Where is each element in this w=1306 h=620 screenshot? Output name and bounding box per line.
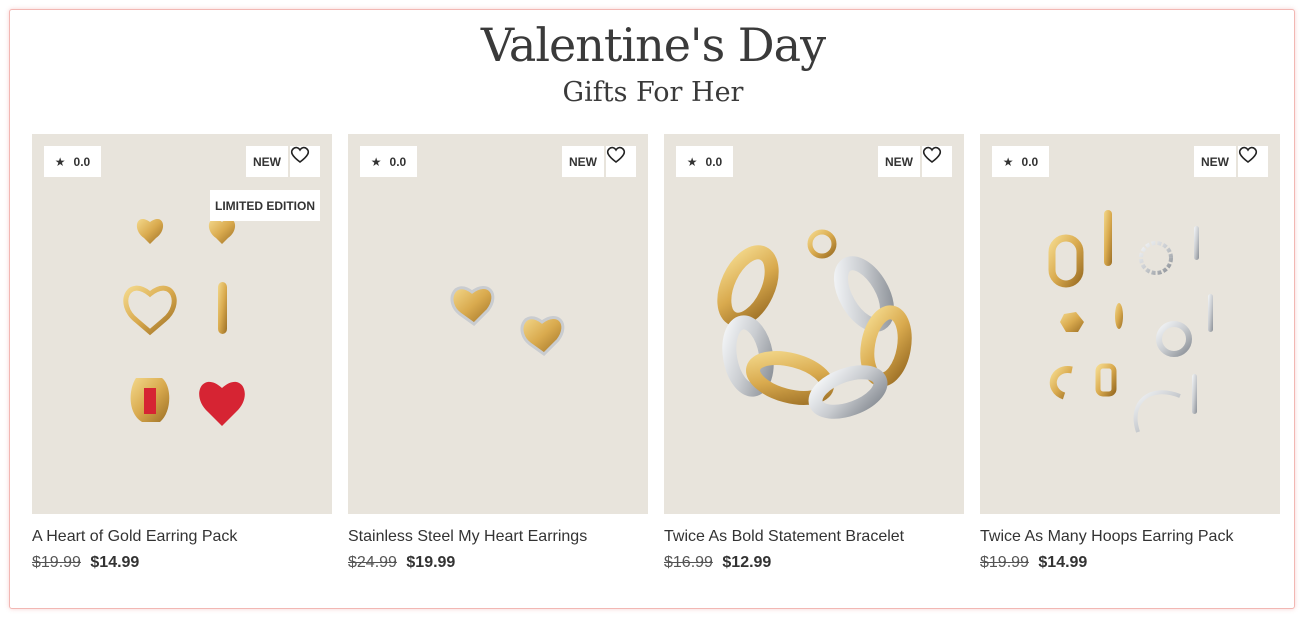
product-name[interactable]: A Heart of Gold Earring Pack xyxy=(32,528,332,546)
heart-outline-icon xyxy=(290,146,310,164)
sale-price: $14.99 xyxy=(1038,554,1088,571)
product-image[interactable]: ★ 0.0 NEW LIMITED EDITION xyxy=(32,134,332,514)
star-icon: ★ xyxy=(54,154,66,169)
sale-price: $12.99 xyxy=(722,554,772,571)
product-image[interactable]: ★ 0.0 NEW xyxy=(664,134,964,514)
heart-earrings-illustration xyxy=(450,286,565,356)
wishlist-button[interactable] xyxy=(1238,146,1268,177)
product-name[interactable]: Stainless Steel My Heart Earrings xyxy=(348,528,648,546)
original-price: $16.99 xyxy=(664,554,713,571)
wishlist-button[interactable] xyxy=(290,146,320,177)
original-price: $19.99 xyxy=(980,554,1029,571)
page-subtitle: Gifts For Her xyxy=(562,77,744,108)
rating-badge: ★ 0.0 xyxy=(44,146,101,177)
rating-badge: ★ 0.0 xyxy=(360,146,417,177)
product-image[interactable]: ★ 0.0 NEW xyxy=(348,134,648,514)
original-price: $19.99 xyxy=(32,554,81,571)
heart-outline-icon xyxy=(606,146,626,164)
price-row: $19.99 $14.99 xyxy=(32,554,332,572)
product-card[interactable]: ★ 0.0 NEW Stainless Steel My Heart Earri… xyxy=(348,134,648,572)
product-name[interactable]: Twice As Bold Statement Bracelet xyxy=(664,528,964,546)
star-icon: ★ xyxy=(1002,154,1014,169)
bracelet-illustration xyxy=(717,229,912,419)
sale-price: $14.99 xyxy=(90,554,140,571)
sale-price: $19.99 xyxy=(406,554,456,571)
hoops-pack-illustration xyxy=(1048,210,1213,433)
price-row: $19.99 $14.99 xyxy=(980,554,1280,572)
new-badge: NEW xyxy=(246,146,288,177)
product-image[interactable]: ★ 0.0 NEW xyxy=(980,134,1280,514)
star-icon: ★ xyxy=(686,154,698,169)
product-card[interactable]: ★ 0.0 NEW Twice As Bold Statement Bracel… xyxy=(664,134,964,572)
new-badge: NEW xyxy=(562,146,604,177)
rating-value: 0.0 xyxy=(705,154,723,169)
wishlist-button[interactable] xyxy=(606,146,636,177)
price-row: $16.99 $12.99 xyxy=(664,554,964,572)
new-badge: NEW xyxy=(1194,146,1236,177)
rating-badge: ★ 0.0 xyxy=(676,146,733,177)
rating-badge: ★ 0.0 xyxy=(992,146,1049,177)
page-title: Valentine's Day xyxy=(480,18,826,72)
original-price: $24.99 xyxy=(348,554,397,571)
wishlist-button[interactable] xyxy=(922,146,952,177)
product-name[interactable]: Twice As Many Hoops Earring Pack xyxy=(980,528,1280,546)
rating-value: 0.0 xyxy=(1021,154,1039,169)
product-card[interactable]: ★ 0.0 NEW Twice As Many Hoops Earring Pa… xyxy=(980,134,1280,572)
star-icon: ★ xyxy=(370,154,382,169)
rating-value: 0.0 xyxy=(389,154,407,169)
heart-outline-icon xyxy=(922,146,942,164)
price-row: $24.99 $19.99 xyxy=(348,554,648,572)
product-card[interactable]: ★ 0.0 NEW LIMITED EDITION A Heart of Gol… xyxy=(32,134,332,572)
new-badge: NEW xyxy=(878,146,920,177)
rating-value: 0.0 xyxy=(73,154,91,169)
limited-edition-badge: LIMITED EDITION xyxy=(210,190,320,221)
heart-outline-icon xyxy=(1238,146,1258,164)
